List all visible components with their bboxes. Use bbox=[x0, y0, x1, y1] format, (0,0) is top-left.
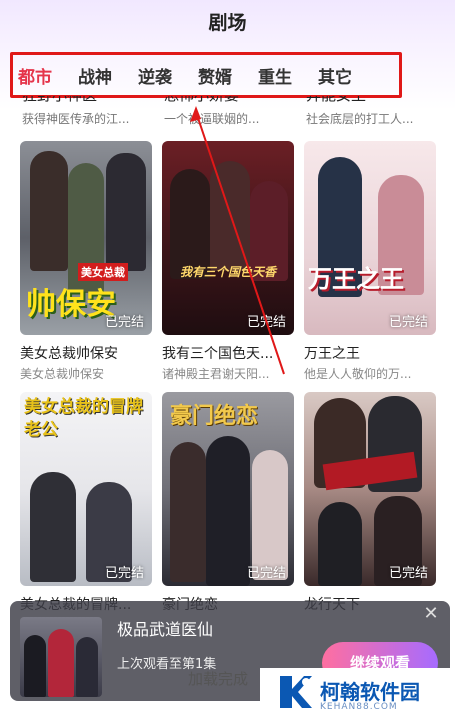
watermark-url: KEHAN88.COM bbox=[320, 702, 398, 712]
poster-image[interactable]: 我有三个国色天香 已完结 bbox=[162, 141, 294, 335]
drama-card[interactable]: 我有三个国色天香 已完结 我有三个国色天... 诸神殿主君谢天阳... bbox=[162, 141, 294, 381]
drama-card[interactable]: 万王之王 已完结 万王之王 他是人人敬仰的万... bbox=[304, 141, 436, 381]
clip-title: 恐怖小娇妻 bbox=[164, 96, 239, 105]
status-badge: 已完结 bbox=[246, 315, 286, 330]
banner-title: 极品武道医仙 bbox=[117, 620, 214, 639]
clipped-row: 狂野小神医 获得神医传承的江... 恐怖小娇妻 一个被逼联姻的... 异能女王 … bbox=[0, 96, 455, 130]
card-sub: 诸神殿主君谢天阳... bbox=[162, 367, 270, 381]
watermark-logo-icon bbox=[280, 676, 312, 708]
poster-image[interactable]: 已完结 bbox=[304, 392, 436, 586]
poster-title-art: 美女总裁的冒牌老公 bbox=[24, 397, 143, 440]
drama-card[interactable]: 美女总裁的冒牌老公 已完结 美女总裁的冒牌... bbox=[20, 392, 152, 613]
clip-sub: 一个被逼联姻的... bbox=[164, 112, 260, 126]
poster-title-art: 帅保安 bbox=[26, 287, 116, 322]
card-sub: 他是人人敬仰的万... bbox=[304, 367, 412, 381]
status-badge: 已完结 bbox=[388, 315, 428, 330]
page-title: 剧场 bbox=[208, 12, 247, 34]
drama-card[interactable]: 美女总裁 帅保安 已完结 美女总裁帅保安 美女总裁帅保安 bbox=[20, 141, 152, 381]
card-sub: 美女总裁帅保安 bbox=[20, 367, 105, 381]
clip-title: 狂野小神医 bbox=[22, 96, 97, 105]
drama-card[interactable]: 豪门绝恋 已完结 豪门绝恋 bbox=[162, 392, 294, 613]
poster-image[interactable]: 美女总裁的冒牌老公 已完结 bbox=[20, 392, 152, 586]
watermark: 柯翰软件园 KEHAN88.COM bbox=[260, 668, 455, 720]
card-title: 我有三个国色天... bbox=[162, 346, 274, 362]
clip-sub: 社会底层的打工人... bbox=[306, 112, 414, 126]
card-title: 美女总裁帅保安 bbox=[20, 346, 118, 362]
poster-title-art: 万王之王 bbox=[308, 265, 404, 293]
clip-title: 异能女王 bbox=[306, 96, 366, 105]
card-title: 万王之王 bbox=[304, 346, 360, 362]
highlight-box bbox=[10, 52, 402, 98]
loading-status: 加载完成 bbox=[188, 670, 249, 688]
poster-title-art: 我有三个国色天香 bbox=[179, 265, 276, 279]
drama-card[interactable]: 已完结 龙行天下 bbox=[304, 392, 436, 613]
status-badge: 已完结 bbox=[388, 566, 428, 581]
watermark-name: 柯翰软件园 bbox=[320, 680, 420, 704]
close-icon[interactable]: ✕ bbox=[422, 605, 440, 623]
clip-sub: 获得神医传承的江... bbox=[22, 112, 130, 126]
poster-image[interactable]: 万王之王 已完结 bbox=[304, 141, 436, 335]
poster-image[interactable]: 美女总裁 帅保安 已完结 bbox=[20, 141, 152, 335]
poster-image[interactable]: 豪门绝恋 已完结 bbox=[162, 392, 294, 586]
status-badge: 已完结 bbox=[246, 566, 286, 581]
status-badge: 已完结 bbox=[104, 315, 144, 330]
status-badge: 已完结 bbox=[104, 566, 144, 581]
poster-title-art: 豪门绝恋 bbox=[170, 404, 259, 429]
banner-thumbnail[interactable] bbox=[20, 617, 102, 697]
